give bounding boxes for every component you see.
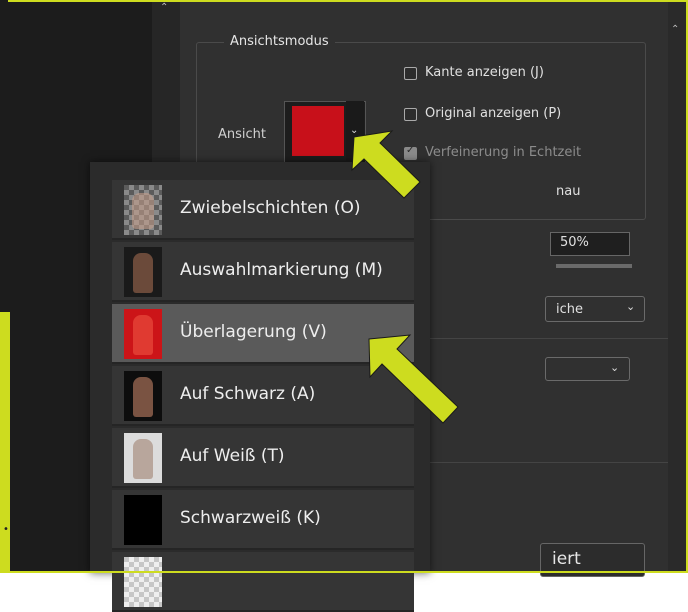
annotation-arrows	[351, 130, 459, 424]
arrow-icon	[351, 130, 421, 199]
arrow-icon	[368, 334, 459, 424]
app-window: ⌃ ⌃ Ansichtsmodus Ansicht ⌄ Kante anzeig…	[0, 0, 688, 612]
